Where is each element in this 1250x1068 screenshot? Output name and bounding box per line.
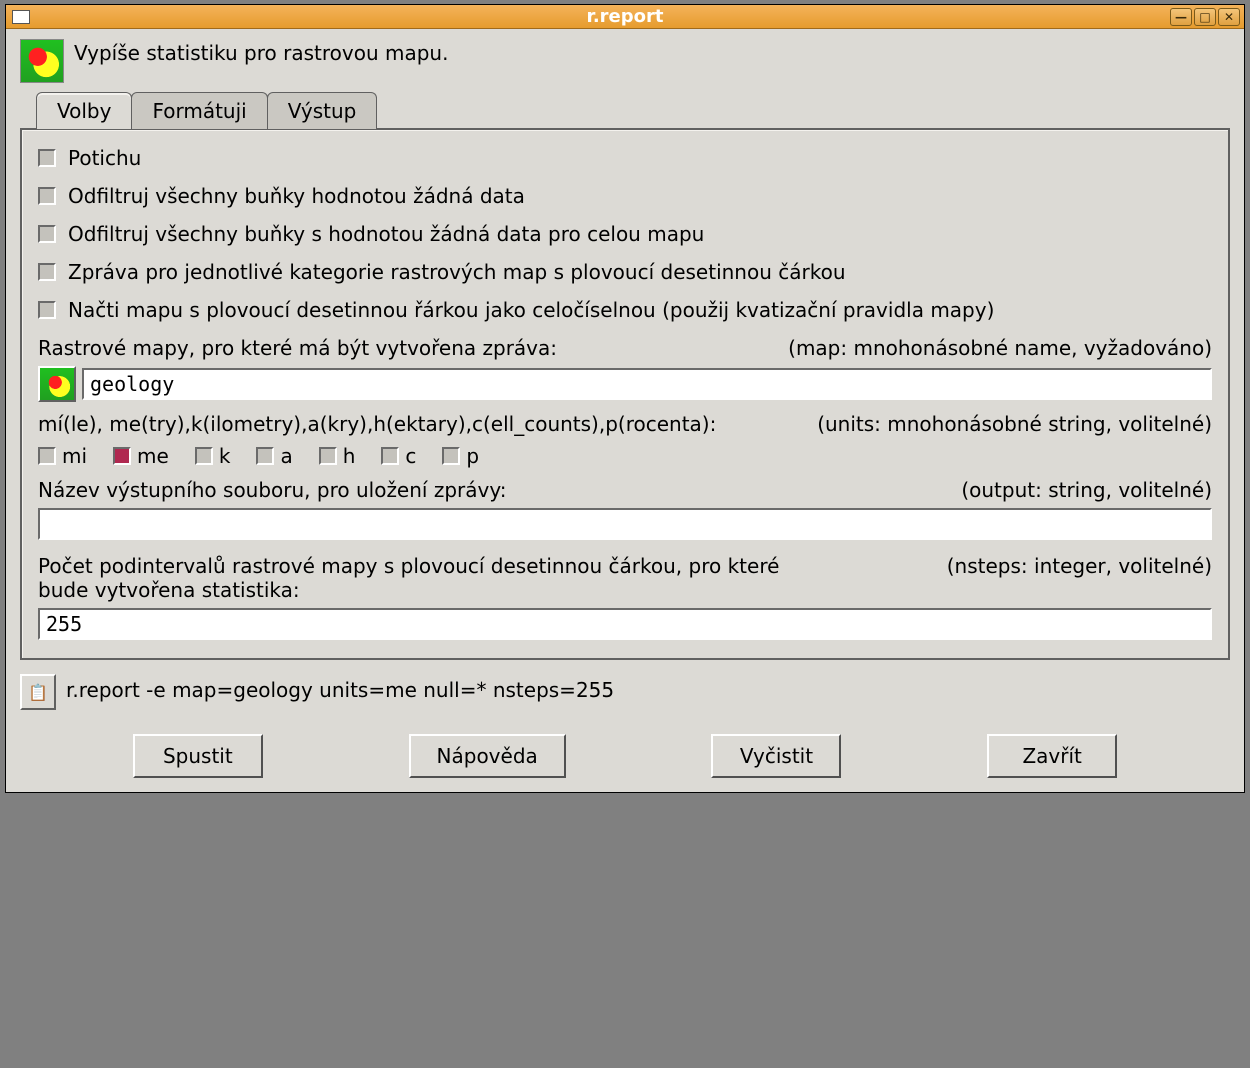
unit-me-label: me xyxy=(137,444,169,468)
command-text: r.report -e map=geology units=me null=* … xyxy=(66,674,614,702)
help-button[interactable]: Nápověda xyxy=(409,734,566,778)
filter-nodata-checkbox[interactable] xyxy=(38,187,56,205)
output-input[interactable] xyxy=(38,508,1212,540)
check-filter-nodata-whole-row: Odfiltruj všechny buňky s hodnotou žádná… xyxy=(38,222,1212,246)
fp-categories-label: Zpráva pro jednotlivé kategorie rastrový… xyxy=(68,260,846,284)
command-row: 📋 r.report -e map=geology units=me null=… xyxy=(20,674,1230,710)
titlebar[interactable]: r.report — □ ✕ xyxy=(6,5,1244,29)
client-area: Vypíše statistiku pro rastrovou mapu. Vo… xyxy=(6,29,1244,792)
filter-nodata-whole-label: Odfiltruj všechny buňky s hodnotou žádná… xyxy=(68,222,704,246)
unit-c-checkbox[interactable] xyxy=(381,447,399,465)
units-label: mí(le), me(try),k(ilometry),a(kry),h(ekt… xyxy=(38,412,716,436)
unit-p-label: p xyxy=(466,444,479,468)
units-label-row: mí(le), me(try),k(ilometry),a(kry),h(ekt… xyxy=(38,412,1212,436)
unit-c-label: c xyxy=(405,444,416,468)
unit-k-label: k xyxy=(219,444,231,468)
map-label: Rastrové mapy, pro které má být vytvořen… xyxy=(38,336,557,360)
unit-h-label: h xyxy=(343,444,356,468)
unit-mi-checkbox[interactable] xyxy=(38,447,56,465)
unit-a-checkbox[interactable] xyxy=(256,447,274,465)
check-read-fp-as-int-row: Načti mapu s plovoucí desetinnou řárkou … xyxy=(38,298,1212,322)
units-checkbox-row: mi me k a h c p xyxy=(38,444,1212,468)
tab-format[interactable]: Formátuji xyxy=(131,92,267,129)
unit-mi-label: mi xyxy=(62,444,87,468)
nsteps-input[interactable] xyxy=(38,608,1212,640)
filter-nodata-whole-checkbox[interactable] xyxy=(38,225,56,243)
unit-me-checkbox[interactable] xyxy=(113,447,131,465)
run-button[interactable]: Spustit xyxy=(133,734,263,778)
map-picker-button[interactable] xyxy=(38,366,76,402)
nsteps-hint: (nsteps: integer, volitelné) xyxy=(947,554,1212,602)
read-fp-as-int-checkbox[interactable] xyxy=(38,301,56,319)
minimize-icon: — xyxy=(1175,10,1187,24)
nsteps-label-row: Počet podintervalů rastrové mapy s plovo… xyxy=(38,554,1212,602)
output-label: Název výstupního souboru, pro uložení zp… xyxy=(38,478,506,502)
fp-categories-checkbox[interactable] xyxy=(38,263,56,281)
tab-format-label: Formátuji xyxy=(152,99,246,123)
map-hint: (map: mnohonásobné name, vyžadováno) xyxy=(788,336,1212,360)
units-hint: (units: mnohonásobné string, volitelné) xyxy=(817,412,1212,436)
close-icon: ✕ xyxy=(1224,10,1234,24)
check-filter-nodata-row: Odfiltruj všechny buňky hodnotou žádná d… xyxy=(38,184,1212,208)
maximize-button[interactable]: □ xyxy=(1194,8,1216,26)
app-window: r.report — □ ✕ Vypíše statistiku pro ras… xyxy=(5,4,1245,793)
copy-command-button[interactable]: 📋 xyxy=(20,674,56,710)
tab-options[interactable]: Volby xyxy=(36,92,132,129)
copy-icon: 📋 xyxy=(28,683,48,702)
check-fp-categories-row: Zpráva pro jednotlivé kategorie rastrový… xyxy=(38,260,1212,284)
window-title: r.report xyxy=(6,6,1244,27)
quiet-label: Potichu xyxy=(68,146,141,170)
options-panel: Potichu Odfiltruj všechny buňky hodnotou… xyxy=(20,128,1230,660)
help-button-label: Nápověda xyxy=(437,744,538,768)
header-row: Vypíše statistiku pro rastrovou mapu. xyxy=(20,39,1230,83)
maximize-icon: □ xyxy=(1199,10,1210,24)
minimize-button[interactable]: — xyxy=(1170,8,1192,26)
quiet-checkbox[interactable] xyxy=(38,149,56,167)
tab-output[interactable]: Výstup xyxy=(267,92,378,129)
output-hint: (output: string, volitelné) xyxy=(961,478,1212,502)
map-input[interactable] xyxy=(82,368,1212,400)
grass-raster-icon xyxy=(20,39,64,83)
unit-k-checkbox[interactable] xyxy=(195,447,213,465)
map-field-label-row: Rastrové mapy, pro které má být vytvořen… xyxy=(38,336,1212,360)
tab-bar: Volby Formátuji Výstup xyxy=(20,91,1230,128)
check-quiet-row: Potichu xyxy=(38,146,1212,170)
unit-h-checkbox[interactable] xyxy=(319,447,337,465)
module-description: Vypíše statistiku pro rastrovou mapu. xyxy=(74,41,448,65)
tab-output-label: Výstup xyxy=(288,99,357,123)
read-fp-as-int-label: Načti mapu s plovoucí desetinnou řárkou … xyxy=(68,298,994,322)
filter-nodata-label: Odfiltruj všechny buňky hodnotou žádná d… xyxy=(68,184,525,208)
close-button-label: Zavřít xyxy=(1022,744,1081,768)
tab-options-label: Volby xyxy=(57,99,111,123)
system-menu-icon[interactable] xyxy=(12,10,30,24)
run-button-label: Spustit xyxy=(163,744,233,768)
close-window-button[interactable]: ✕ xyxy=(1218,8,1240,26)
unit-a-label: a xyxy=(280,444,292,468)
output-label-row: Název výstupního souboru, pro uložení zp… xyxy=(38,478,1212,502)
close-button[interactable]: Zavřít xyxy=(987,734,1117,778)
unit-p-checkbox[interactable] xyxy=(442,447,460,465)
button-row: Spustit Nápověda Vyčistit Zavřít xyxy=(20,734,1230,778)
nsteps-label: Počet podintervalů rastrové mapy s plovo… xyxy=(38,554,818,602)
clear-button[interactable]: Vyčistit xyxy=(711,734,841,778)
map-input-row xyxy=(38,366,1212,402)
clear-button-label: Vyčistit xyxy=(740,744,813,768)
window-controls: — □ ✕ xyxy=(1170,8,1240,26)
